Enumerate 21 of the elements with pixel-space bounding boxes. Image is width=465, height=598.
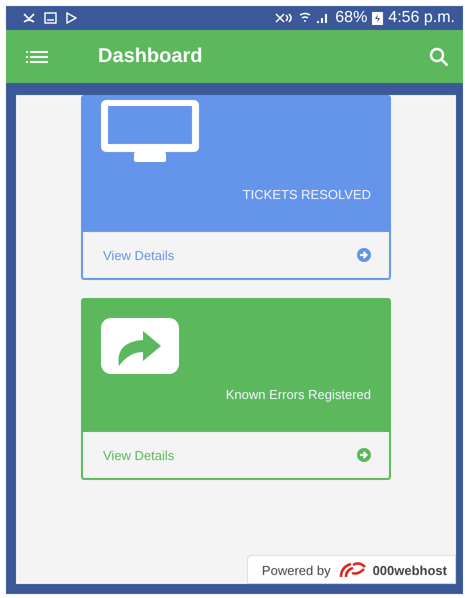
search-icon[interactable] (429, 46, 449, 66)
clock-time: 4:56 p.m. (388, 9, 455, 27)
menu-icon[interactable] (26, 50, 48, 64)
monitor-icon (101, 100, 199, 162)
powered-by-text: Powered by (262, 562, 331, 578)
app-title: Dashboard (98, 45, 204, 68)
wifi-icon (299, 12, 312, 24)
battery-percent: 68% (335, 9, 368, 27)
card-label: TICKETS RESOLVED (242, 187, 371, 202)
mute-icon (274, 12, 294, 24)
battery-icon (372, 11, 384, 25)
image-icon (44, 12, 57, 24)
card-label: Known Errors Registered (226, 387, 371, 402)
play-icon (65, 12, 77, 24)
powered-by-badge[interactable]: Powered by 000webhost (246, 555, 456, 584)
arrow-right-icon (357, 248, 371, 262)
view-details-link[interactable]: View Details (83, 232, 389, 278)
missed-call-icon (22, 12, 36, 24)
brand-name: 000webhost (372, 562, 447, 578)
arrow-right-icon (357, 448, 371, 462)
view-details-link[interactable]: View Details (83, 432, 389, 478)
